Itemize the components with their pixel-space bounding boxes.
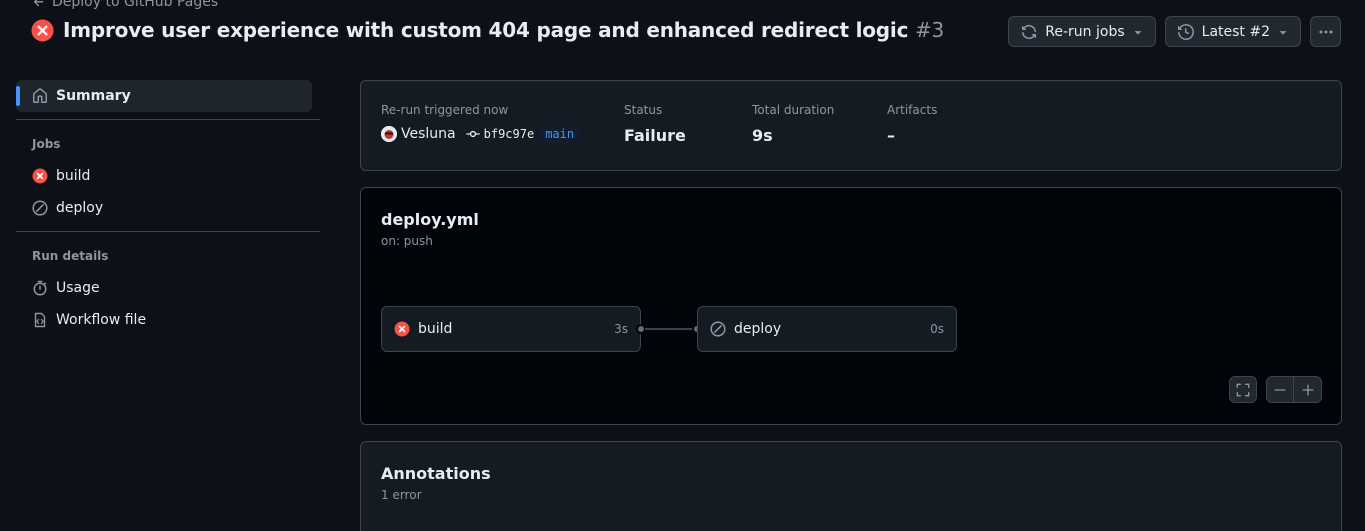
- run-number: #3: [915, 18, 945, 42]
- trigger-details: Vesluna bf9c97e main: [381, 126, 580, 142]
- header-actions: Re-run jobs Latest #2: [1008, 16, 1341, 47]
- annotations-card: Annotations 1 error: [360, 441, 1342, 531]
- stopwatch-icon: [32, 280, 48, 296]
- sidebar-item-usage[interactable]: Usage: [16, 272, 320, 304]
- artifacts-column: Artifacts –: [887, 103, 937, 145]
- sidebar-item-summary[interactable]: Summary: [16, 80, 312, 112]
- run-title: Improve user experience with custom 404 …: [31, 18, 944, 42]
- zoom-in-button[interactable]: [1294, 376, 1322, 403]
- run-details-heading: Run details: [32, 249, 109, 263]
- title-text: Improve user experience with custom 404 …: [63, 18, 909, 42]
- fullscreen-button[interactable]: [1229, 376, 1257, 403]
- annotations-count: 1 error: [381, 488, 422, 502]
- run-summary-card: Re-run triggered now Vesluna bf9c97e mai…: [360, 80, 1342, 171]
- back-link-label: Deploy to GitHub Pages: [52, 0, 219, 10]
- sidebar-item-label: Usage: [56, 280, 100, 296]
- sidebar-item-deploy[interactable]: deploy: [16, 192, 320, 224]
- job-node-build[interactable]: build 3s: [381, 306, 641, 352]
- workflow-trigger: on: push: [381, 234, 433, 248]
- branch-label[interactable]: main: [540, 126, 580, 142]
- sidebar-item-build[interactable]: build: [16, 160, 320, 192]
- zoom-out-button[interactable]: [1266, 376, 1294, 403]
- status-label: Status: [624, 103, 663, 117]
- sidebar-item-label: Summary: [56, 88, 131, 104]
- duration-label: Total duration: [752, 103, 835, 117]
- sidebar-item-workflow-file[interactable]: Workflow file: [16, 304, 320, 336]
- sync-icon: [1021, 24, 1037, 40]
- more-options-button[interactable]: [1310, 16, 1341, 47]
- job-name: deploy: [734, 321, 782, 337]
- job-name: build: [418, 321, 453, 337]
- file-code-icon: [32, 312, 48, 328]
- caret-down-icon: [1133, 27, 1143, 37]
- duration-column: Total duration 9s: [752, 103, 834, 145]
- actor-link[interactable]: Vesluna: [401, 126, 456, 142]
- run-sidebar: Summary Jobs build deploy Run details Us…: [16, 80, 320, 336]
- latest-attempt-label: Latest #2: [1201, 23, 1270, 40]
- status-value: Failure: [624, 126, 686, 145]
- annotations-title: Annotations: [381, 464, 491, 483]
- commit-link[interactable]: bf9c97e: [465, 127, 535, 141]
- arrow-left-icon: [32, 0, 46, 9]
- jobs-heading: Jobs: [32, 137, 61, 151]
- job-node-deploy[interactable]: deploy 0s: [697, 306, 957, 352]
- skip-icon: [710, 321, 726, 337]
- history-icon: [1177, 23, 1194, 40]
- avatar[interactable]: [381, 126, 397, 142]
- sidebar-item-label: build: [56, 168, 91, 184]
- trigger-label: Re-run triggered now: [381, 103, 509, 117]
- duration-value: 9s: [752, 126, 773, 145]
- job-connector-line: [645, 328, 697, 330]
- plus-icon: [1301, 383, 1315, 397]
- latest-attempt-button[interactable]: Latest #2: [1164, 16, 1301, 47]
- back-to-workflow-link[interactable]: Deploy to GitHub Pages: [32, 0, 218, 10]
- workflow-file-name: deploy.yml: [381, 210, 479, 229]
- sidebar-item-label: Workflow file: [56, 312, 147, 328]
- dash-icon: [1273, 383, 1287, 397]
- skip-icon: [32, 200, 48, 216]
- git-commit-icon: [465, 127, 480, 141]
- job-duration: 3s: [614, 322, 628, 336]
- workflow-graph-card: deploy.yml on: push build 3s deploy 0s: [360, 187, 1342, 425]
- trigger-column: Re-run triggered now Vesluna bf9c97e mai…: [381, 103, 580, 142]
- job-duration: 0s: [930, 322, 944, 336]
- status-column: Status Failure: [624, 103, 686, 145]
- graph-zoom-controls: [1229, 376, 1322, 403]
- rerun-jobs-button[interactable]: Re-run jobs: [1008, 16, 1156, 47]
- zoom-button-group: [1266, 376, 1322, 403]
- home-icon: [32, 88, 48, 104]
- x-circle-fill-icon: [32, 168, 48, 184]
- x-circle-fill-icon: [394, 321, 410, 337]
- sidebar-item-label: deploy: [56, 200, 104, 216]
- rerun-jobs-label: Re-run jobs: [1045, 23, 1125, 40]
- kebab-horizontal-icon: [1318, 24, 1334, 40]
- page-title: Improve user experience with custom 404 …: [63, 18, 944, 42]
- artifacts-label: Artifacts: [887, 103, 938, 117]
- artifacts-value: –: [887, 126, 895, 145]
- caret-down-icon: [1278, 27, 1288, 37]
- x-circle-fill-icon: [31, 18, 54, 42]
- screen-full-icon: [1236, 383, 1250, 397]
- commit-sha: bf9c97e: [483, 127, 535, 141]
